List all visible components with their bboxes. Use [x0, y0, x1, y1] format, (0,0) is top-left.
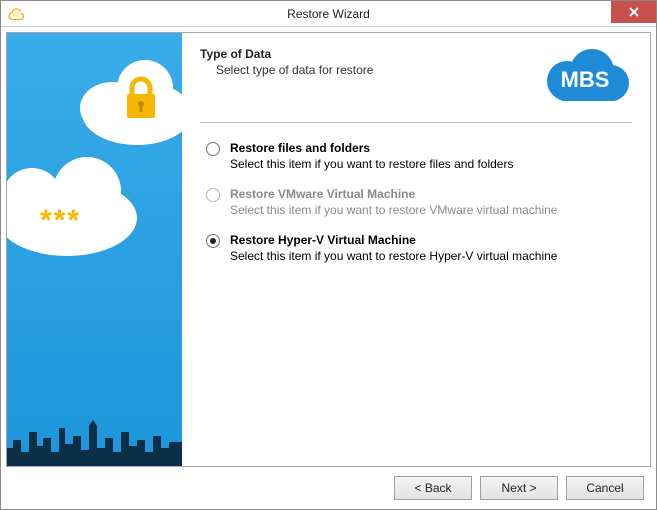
svg-text:***: *** — [40, 204, 81, 237]
mbs-logo: MBS — [537, 47, 632, 110]
svg-text:MBS: MBS — [561, 67, 610, 92]
back-button[interactable]: < Back — [394, 476, 472, 500]
wizard-sidebar: *** — [7, 33, 182, 466]
option-title: Restore files and folders — [230, 141, 632, 155]
close-icon — [629, 4, 639, 20]
wizard-footer: < Back Next > Cancel — [1, 467, 656, 509]
radio-icon — [206, 234, 220, 248]
close-button[interactable] — [611, 1, 656, 23]
option-restore-files[interactable]: Restore files and folders Select this it… — [200, 141, 632, 171]
option-desc: Select this item if you want to restore … — [230, 203, 632, 217]
separator — [200, 122, 632, 123]
window-title: Restore Wizard — [31, 7, 656, 21]
restore-wizard-window: Restore Wizard — [0, 0, 657, 510]
option-restore-vmware: Restore VMware Virtual Machine Select th… — [200, 187, 632, 217]
sidebar-illustration: *** — [7, 33, 182, 463]
cancel-button[interactable]: Cancel — [566, 476, 644, 500]
wizard-content: Type of Data Select type of data for res… — [182, 33, 650, 466]
radio-icon — [206, 188, 220, 202]
wizard-body: *** Type of Data Select type of data for… — [1, 27, 656, 509]
page-subtitle: Select type of data for restore — [200, 63, 537, 77]
content-header: Type of Data Select type of data for res… — [200, 47, 632, 110]
app-icon — [1, 6, 31, 22]
option-desc: Select this item if you want to restore … — [230, 249, 632, 263]
option-title: Restore VMware Virtual Machine — [230, 187, 632, 201]
title-bar: Restore Wizard — [1, 1, 656, 27]
main-row: *** Type of Data Select type of data for… — [6, 32, 651, 467]
skyline-icon — [7, 418, 182, 466]
radio-icon — [206, 142, 220, 156]
option-title: Restore Hyper-V Virtual Machine — [230, 233, 632, 247]
option-desc: Select this item if you want to restore … — [230, 157, 632, 171]
page-title: Type of Data — [200, 47, 537, 61]
next-button[interactable]: Next > — [480, 476, 558, 500]
option-restore-hyperv[interactable]: Restore Hyper-V Virtual Machine Select t… — [200, 233, 632, 263]
